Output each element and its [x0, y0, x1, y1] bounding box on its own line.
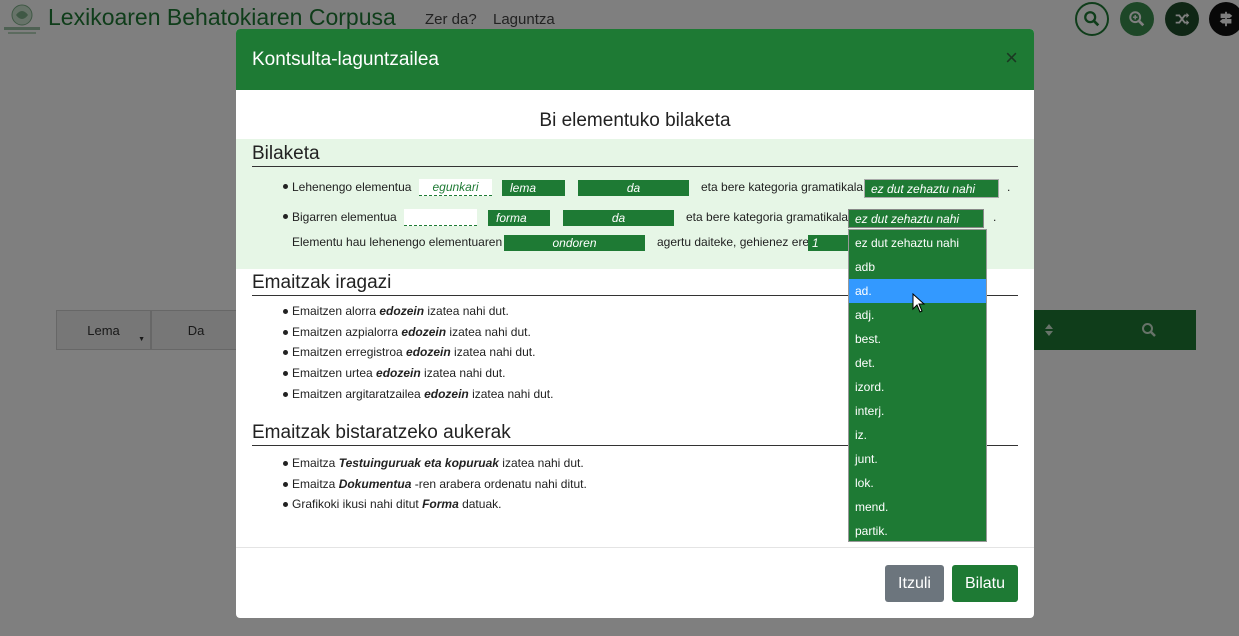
- first-element-input[interactable]: egunkari: [419, 179, 492, 196]
- filters-item: Emaitzen alorra edozein izatea nahi dut.: [292, 304, 509, 318]
- dropdown-option[interactable]: iz.: [849, 423, 986, 447]
- close-button[interactable]: ×: [1005, 47, 1018, 69]
- second-element-condition-select[interactable]: da: [563, 210, 674, 226]
- back-button[interactable]: Itzuli: [885, 565, 944, 602]
- dropdown-option[interactable]: best.: [849, 327, 986, 351]
- dropdown-option[interactable]: lok.: [849, 471, 986, 495]
- search-heading: Bilaketa: [252, 142, 1018, 167]
- display-item: Grafikoki ikusi nahi ditut Forma datuak.: [292, 497, 502, 512]
- first-category-select[interactable]: ez dut zehaztu nahi: [864, 179, 999, 198]
- relation-label: Elementu hau lehenengo elementuaren: [292, 235, 503, 249]
- modal-header: Kontsulta-laguntzailea ×: [236, 29, 1034, 90]
- footer-divider: [236, 547, 1034, 548]
- filters-item: Emaitzen argitaratzailea edozein izatea …: [292, 386, 554, 401]
- category-dropdown-list[interactable]: ez dut zehaztu nahi adb ad. adj. best. det. iz…: [848, 229, 987, 542]
- second-category-text: eta bere kategoria gramatikala: [686, 210, 849, 224]
- filters-item: Emaitzen erregistroa edozein izatea nahi…: [292, 345, 536, 360]
- filters-option-link[interactable]: edozein: [401, 325, 446, 339]
- second-element-type-select[interactable]: forma: [488, 210, 550, 226]
- mouse-cursor-icon: [912, 293, 926, 313]
- first-element-type-select[interactable]: lema: [502, 180, 565, 196]
- search-submit-button[interactable]: Bilatu: [952, 565, 1018, 602]
- dropdown-option[interactable]: interj.: [849, 399, 986, 423]
- filters-option-link[interactable]: edozein: [379, 304, 424, 318]
- dropdown-option[interactable]: izord.: [849, 375, 986, 399]
- display-item: Emaitza Dokumentua -ren arabera ordenatu…: [292, 476, 587, 491]
- dropdown-option[interactable]: junt.: [849, 447, 986, 471]
- display-option-link[interactable]: Testuinguruak eta kopuruak: [339, 456, 499, 470]
- second-category-select[interactable]: ez dut zehaztu nahi: [848, 209, 984, 228]
- dropdown-option[interactable]: det.: [849, 351, 986, 375]
- query-helper-modal: Kontsulta-laguntzailea × Bi elementuko b…: [236, 29, 1034, 618]
- distance-input[interactable]: 1: [808, 235, 848, 251]
- second-element-label: Bigarren elementua: [292, 210, 397, 224]
- relation-after-text: agertu daiteke, gehienez ere: [657, 235, 810, 249]
- filters-option-link[interactable]: edozein: [406, 345, 451, 359]
- dropdown-option[interactable]: partik.: [849, 519, 986, 543]
- first-category-text: eta bere kategoria gramatikala: [701, 180, 864, 194]
- dropdown-option[interactable]: adb: [849, 255, 986, 279]
- filters-item: Emaitzen urtea edozein izatea nahi dut.: [292, 366, 506, 381]
- display-item: Emaitza Testuinguruak eta kopuruak izate…: [292, 456, 584, 470]
- modal-title: Kontsulta-laguntzailea: [252, 49, 439, 70]
- filters-option-link[interactable]: edozein: [424, 387, 469, 401]
- display-option-link[interactable]: Forma: [422, 497, 459, 511]
- dropdown-option[interactable]: ez dut zehaztu nahi: [849, 231, 986, 255]
- relation-select[interactable]: ondoren: [504, 235, 645, 251]
- filters-option-link[interactable]: edozein: [376, 366, 421, 380]
- first-element-condition-select[interactable]: da: [578, 180, 689, 196]
- modal-subtitle: Bi elementuko bilaketa: [539, 110, 731, 131]
- second-element-input[interactable]: [404, 209, 477, 226]
- filters-item: Emaitzen azpialorra edozein izatea nahi …: [292, 324, 531, 339]
- display-option-link[interactable]: Dokumentua: [339, 477, 412, 491]
- dropdown-option[interactable]: mend.: [849, 495, 986, 519]
- first-element-label: Lehenengo elementua: [292, 180, 412, 194]
